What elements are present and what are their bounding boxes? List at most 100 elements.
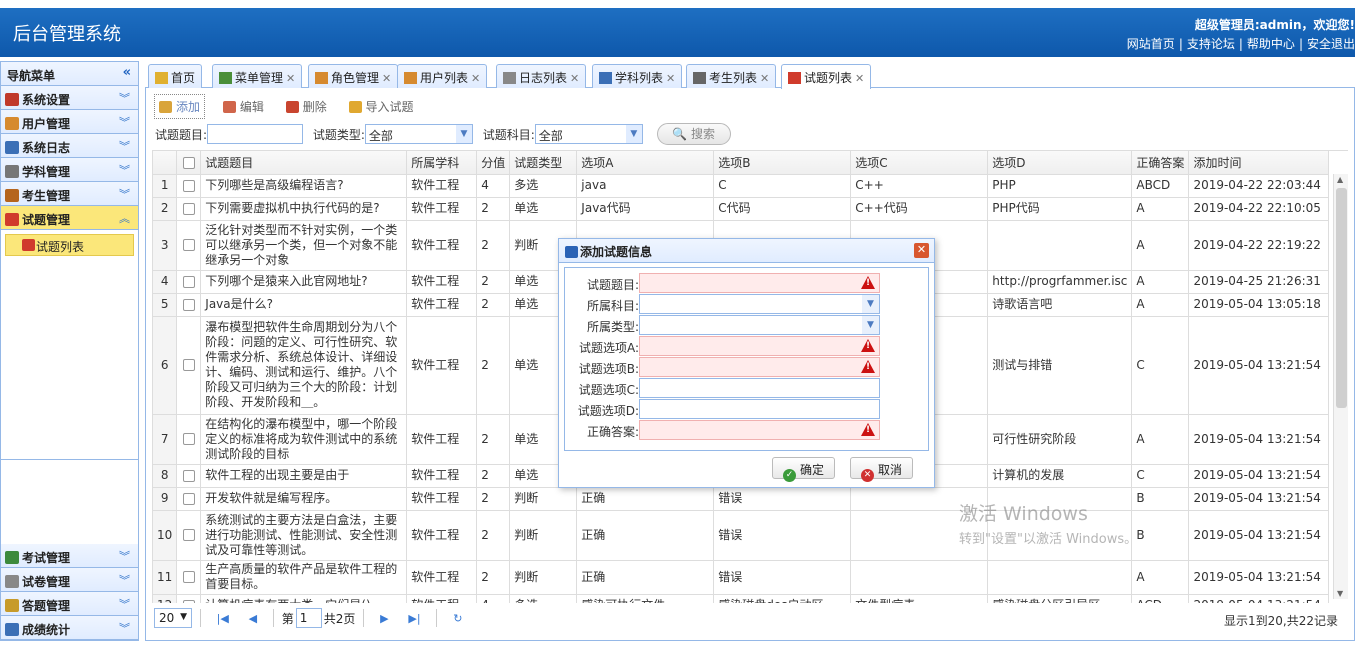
field-input-0[interactable]: !: [639, 273, 880, 293]
confirm-button[interactable]: ✓ 确定: [772, 457, 836, 482]
link-help[interactable]: 帮助中心: [1247, 37, 1295, 51]
row-checkbox[interactable]: [176, 196, 202, 221]
link-forum[interactable]: 支持论坛: [1187, 37, 1235, 51]
submenu-item-question-list[interactable]: 试题列表: [5, 234, 134, 256]
cell-time: 2019-05-04 13:21:54: [1188, 593, 1330, 603]
grid-scrollbar[interactable]: ▲ ▼: [1333, 174, 1348, 599]
search-subject-select[interactable]: 全部 ▼: [534, 124, 643, 144]
add-button[interactable]: 添加: [154, 94, 206, 119]
select-all-checkbox[interactable]: [176, 151, 202, 175]
close-icon[interactable]: ✕: [760, 72, 769, 85]
scroll-down-icon[interactable]: ▼: [1337, 589, 1343, 598]
col-option-a[interactable]: 选项A: [576, 151, 715, 175]
row-number: 4: [152, 269, 178, 294]
search-title-input[interactable]: [207, 124, 304, 144]
delete-button[interactable]: 删除: [282, 95, 331, 118]
row-checkbox[interactable]: [176, 173, 202, 198]
row-checkbox[interactable]: [176, 219, 202, 271]
sidebar-item-top-5[interactable]: 试题管理 ︽: [1, 206, 138, 230]
tab-0[interactable]: 首页: [148, 64, 203, 88]
row-checkbox[interactable]: [176, 292, 202, 317]
col-title[interactable]: 试题题目: [200, 151, 408, 175]
col-option-d[interactable]: 选项D: [987, 151, 1133, 175]
next-page-icon[interactable]: ▶: [380, 612, 388, 625]
tab-4[interactable]: 日志列表 ✕: [496, 64, 587, 88]
collapse-icon[interactable]: «: [123, 65, 131, 80]
search-type-select[interactable]: 全部 ▼: [364, 124, 473, 144]
field-input-7[interactable]: !: [639, 420, 880, 440]
first-page-icon[interactable]: |◀: [217, 612, 229, 625]
cell-subject: 软件工程: [406, 413, 478, 465]
col-option-c[interactable]: 选项C: [850, 151, 989, 175]
scroll-up-icon[interactable]: ▲: [1337, 175, 1343, 184]
last-page-icon[interactable]: ▶|: [408, 612, 420, 625]
table-row[interactable]: 9 开发软件就是编写程序。 软件工程 2 判断 正确 错误 B 2019-05-04 13:21…: [152, 486, 1330, 511]
scroll-thumb[interactable]: [1336, 188, 1347, 408]
field-input-2[interactable]: ▼: [639, 315, 880, 335]
row-checkbox[interactable]: [176, 593, 202, 603]
col-answer[interactable]: 正确答案: [1131, 151, 1190, 175]
close-icon[interactable]: ✕: [286, 72, 295, 85]
cancel-button[interactable]: ✕ 取消: [850, 457, 914, 482]
field-input-4[interactable]: !: [639, 357, 880, 377]
sidebar-item-top-0[interactable]: 系统设置 ︾: [1, 86, 138, 110]
sidebar-item-top-4[interactable]: 考生管理 ︾: [1, 182, 138, 206]
table-row[interactable]: 12 计算机病毒有两大类，它们是()软件工程4多选感染可执行文件感染磁盘dos启动…: [152, 593, 1330, 603]
row-checkbox[interactable]: [176, 413, 202, 465]
close-icon[interactable]: ✕: [855, 72, 864, 85]
tab-5[interactable]: 学科列表 ✕: [592, 64, 683, 88]
warning-icon: !: [861, 423, 875, 436]
col-option-b[interactable]: 选项B: [713, 151, 852, 175]
import-button[interactable]: 导入试题: [345, 95, 418, 118]
row-checkbox[interactable]: [176, 463, 202, 488]
link-home[interactable]: 网站首页: [1127, 37, 1175, 51]
sidebar-item-top-1[interactable]: 用户管理 ︾: [1, 110, 138, 134]
link-logout[interactable]: 安全退出: [1307, 37, 1355, 51]
table-row[interactable]: 11 生产高质量的软件产品是软件工程的首要目标。 软件工程 2 判断 正确 错误 A 2019-…: [152, 559, 1330, 595]
field-input-1[interactable]: ▼: [639, 294, 880, 314]
sidebar-item-bottom-0[interactable]: 考试管理 ︾: [1, 544, 138, 568]
search-button[interactable]: 🔍 搜索: [656, 123, 731, 145]
row-checkbox[interactable]: [176, 509, 202, 561]
page-input[interactable]: 1: [295, 608, 322, 628]
edit-button[interactable]: 编辑: [219, 95, 268, 118]
row-checkbox[interactable]: [176, 559, 202, 595]
row-checkbox[interactable]: [176, 269, 202, 294]
sidebar-item-top-3[interactable]: 学科管理 ︾: [1, 158, 138, 182]
sidebar-item-top-2[interactable]: 系统日志 ︾: [1, 134, 138, 158]
close-icon[interactable]: ✕: [471, 72, 480, 85]
refresh-icon[interactable]: ↻: [453, 612, 462, 625]
cell-b: 错误: [713, 559, 852, 595]
col-subject[interactable]: 所属学科: [406, 151, 478, 175]
close-icon[interactable]: ✕: [914, 243, 929, 258]
row-number: 2: [152, 196, 178, 221]
col-time[interactable]: 添加时间: [1188, 151, 1330, 175]
close-icon[interactable]: ✕: [666, 72, 675, 85]
tab-3[interactable]: 用户列表 ✕: [397, 64, 488, 88]
field-input-6[interactable]: [639, 399, 880, 419]
prev-page-icon[interactable]: ◀: [249, 612, 257, 625]
sidebar-item-bottom-3[interactable]: 成绩统计 ︾: [1, 616, 138, 640]
cell-a: 正确: [576, 559, 715, 595]
col-score[interactable]: 分值: [476, 151, 511, 175]
sidebar-item-bottom-2[interactable]: 答题管理 ︾: [1, 592, 138, 616]
field-input-3[interactable]: !: [639, 336, 880, 356]
table-row[interactable]: 1 下列哪些是高级编程语言? 软件工程 4 多选 java C C++ PHP ABCD 2019-…: [152, 173, 1330, 198]
close-icon[interactable]: ✕: [570, 72, 579, 85]
table-row[interactable]: 10 系统测试的主要方法是白盒法，主要进行功能测试、性能测试、安全性测试及可靠性等…: [152, 509, 1330, 561]
tab-7[interactable]: 试题列表 ✕: [781, 64, 872, 89]
sidebar-item-bottom-1[interactable]: 试卷管理 ︾: [1, 568, 138, 592]
row-checkbox[interactable]: [176, 486, 202, 511]
field-label: 试题选项A:: [578, 341, 639, 355]
tab-2[interactable]: 角色管理 ✕: [308, 64, 399, 88]
col-type[interactable]: 试题类型: [509, 151, 578, 175]
cell-time: 2019-04-22 22:19:22: [1188, 219, 1330, 271]
close-icon[interactable]: ✕: [382, 72, 391, 85]
form-row: 试题选项A:!: [565, 336, 930, 356]
row-checkbox[interactable]: [176, 315, 202, 415]
tab-6[interactable]: 考生列表 ✕: [686, 64, 777, 88]
page-size-select[interactable]: 20 ▼: [154, 608, 192, 628]
tab-1[interactable]: 菜单管理 ✕: [212, 64, 303, 88]
table-row[interactable]: 2 下列需要虚拟机中执行代码的是? 软件工程 2 单选 Java代码 C代码 C++代码 PHP…: [152, 196, 1330, 221]
field-input-5[interactable]: [639, 378, 880, 398]
